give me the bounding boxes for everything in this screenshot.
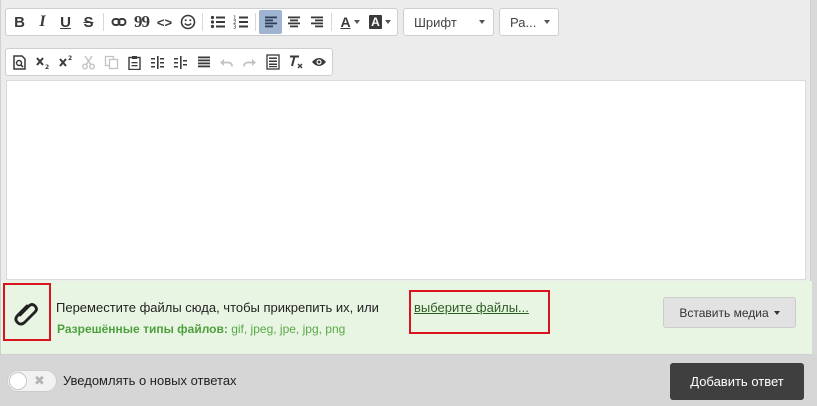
undo-icon (220, 58, 233, 67)
justify-icon (197, 56, 210, 68)
copy-icon (104, 55, 119, 69)
paste-button[interactable] (123, 50, 146, 74)
background-color-icon: A (369, 15, 382, 29)
paperclip-icon (14, 303, 38, 326)
add-reply-button[interactable]: Добавить ответ (670, 363, 804, 400)
undo-button[interactable] (215, 50, 238, 74)
underline-button[interactable]: U (54, 10, 77, 34)
indent-increase-button[interactable] (169, 50, 192, 74)
cut-button[interactable] (77, 50, 100, 74)
bold-icon: B (14, 13, 25, 31)
align-center-button[interactable] (282, 10, 305, 34)
remove-format-button[interactable] (284, 50, 307, 74)
reply-footer: ✖ Уведомлять о новых ответах Добавить от… (0, 355, 817, 406)
numbered-list-button[interactable]: 123 (229, 10, 252, 34)
drop-instructions: Переместите файлы сюда, чтобы прикрепить… (56, 300, 379, 315)
background-color-button[interactable]: A (365, 10, 395, 34)
quote-icon: 99 (134, 12, 150, 31)
svg-text:2: 2 (68, 55, 72, 62)
text-color-icon: A (340, 14, 351, 30)
font-size-dropdown[interactable]: Ра... (499, 8, 559, 36)
align-right-icon (310, 16, 323, 28)
toolbar-separator (202, 13, 203, 31)
align-right-button[interactable] (305, 10, 328, 34)
insert-media-label: Вставить медиа (679, 305, 769, 320)
superscript-icon: 2 (58, 55, 72, 67)
font-family-value: Шрифт (414, 14, 457, 30)
format-button-group: B I U S 99 <> 123 A A (5, 8, 398, 36)
smiley-icon (180, 14, 195, 30)
text-color-button[interactable]: A (335, 10, 365, 34)
redo-button[interactable] (238, 50, 261, 74)
chevron-down-icon (479, 20, 485, 24)
chevron-down-icon (384, 20, 391, 24)
paste-from-word-button[interactable] (261, 50, 284, 74)
preview-eye-button[interactable] (307, 50, 330, 74)
redo-icon (243, 58, 256, 67)
align-left-button[interactable] (259, 10, 282, 34)
preview-icon (13, 54, 26, 70)
indent-decrease-button[interactable] (146, 50, 169, 74)
close-icon: ✖ (34, 373, 45, 388)
svg-text:2: 2 (45, 64, 49, 70)
quote-button[interactable]: 99 (130, 10, 153, 34)
link-icon (111, 18, 126, 26)
smiley-button[interactable] (176, 10, 199, 34)
bold-button[interactable]: B (8, 10, 31, 34)
chevron-down-icon (544, 20, 550, 24)
notify-toggle[interactable]: ✖ (7, 370, 57, 392)
align-center-icon (287, 16, 300, 28)
italic-button[interactable]: I (31, 10, 54, 34)
subscript-button[interactable]: 2 (31, 50, 54, 74)
rich-text-editor: B I U S 99 <> 123 A A Шрифт Ра... 2 2 Пе… (0, 0, 812, 355)
toolbar-separator (255, 13, 256, 31)
notify-label: Уведомлять о новых ответах (63, 373, 237, 388)
bulleted-list-button[interactable] (206, 10, 229, 34)
svg-text:3: 3 (233, 25, 237, 31)
attach-button[interactable] (3, 283, 51, 341)
code-icon: <> (156, 14, 173, 30)
strikethrough-button[interactable]: S (77, 10, 100, 34)
insert-media-button[interactable]: Вставить медиа (663, 297, 796, 328)
preview-button[interactable] (8, 50, 31, 74)
toolbar-row-1: B I U S 99 <> 123 A A Шрифт Ра... (5, 7, 559, 37)
chevron-down-icon (353, 20, 360, 24)
numbered-list-icon: 123 (233, 16, 248, 31)
tools-button-group: 2 2 (5, 48, 333, 76)
copy-button[interactable] (100, 50, 123, 74)
align-left-icon (264, 16, 277, 28)
eye-icon (311, 58, 326, 66)
chevron-down-icon (773, 310, 780, 315)
cut-icon (82, 55, 95, 69)
remove-format-icon (289, 55, 302, 69)
toolbar-separator (103, 13, 104, 31)
toggle-knob (9, 372, 27, 390)
justify-button[interactable] (192, 50, 215, 74)
font-size-value: Ра... (510, 14, 537, 30)
indent-increase-icon (174, 55, 187, 69)
font-family-dropdown[interactable]: Шрифт (403, 8, 494, 36)
code-button[interactable]: <> (153, 10, 176, 34)
strikethrough-icon: S (83, 13, 94, 31)
underline-icon: U (60, 13, 71, 31)
add-reply-label: Добавить ответ (690, 374, 784, 389)
choose-files-highlight (409, 290, 550, 334)
allowed-types-value: gif, jpeg, jpe, jpg, png (231, 322, 346, 336)
paste-from-word-icon (265, 54, 280, 70)
subscript-icon: 2 (35, 57, 49, 70)
toolbar-row-2: 2 2 (5, 47, 333, 77)
toolbar-separator (331, 13, 332, 31)
allowed-file-types: Разрешённые типы файлов: gif, jpeg, jpe,… (57, 322, 345, 336)
bulleted-list-icon (210, 15, 225, 29)
allowed-types-label: Разрешённые типы файлов: (57, 322, 228, 336)
paste-icon (128, 55, 141, 70)
attachment-drop-zone[interactable]: Переместите файлы сюда, чтобы прикрепить… (1, 281, 812, 354)
editor-content-area[interactable] (6, 80, 806, 280)
link-button[interactable] (107, 10, 130, 34)
indent-decrease-icon (151, 55, 164, 69)
superscript-button[interactable]: 2 (54, 50, 77, 74)
italic-icon: I (39, 13, 46, 30)
